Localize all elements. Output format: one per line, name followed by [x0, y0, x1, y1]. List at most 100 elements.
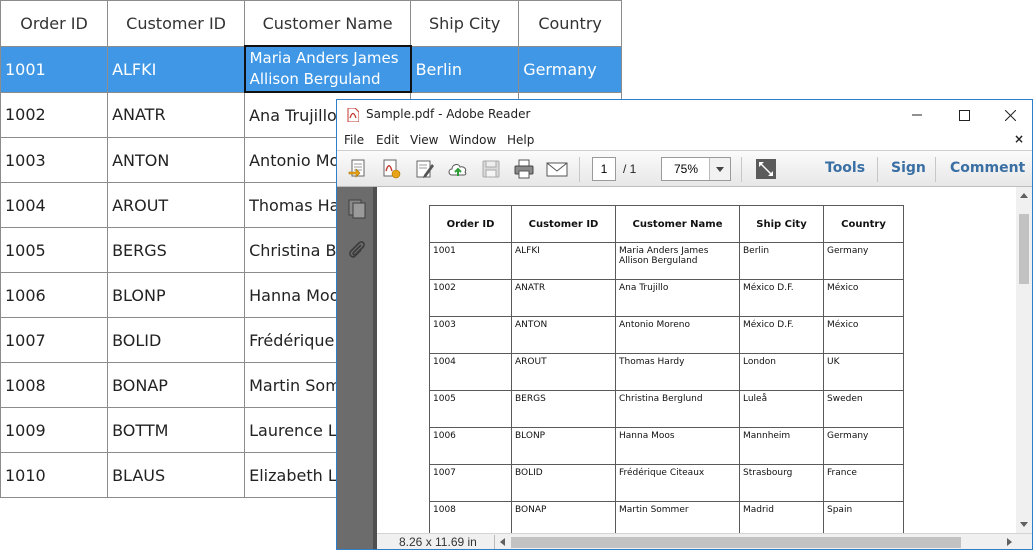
grid-cell[interactable]: 1001 [0, 45, 109, 93]
grid-cell[interactable]: 1010 [0, 452, 109, 498]
grid-cell-editing[interactable]: Maria Anders James Allison Berguland [243, 45, 412, 93]
pdf-cell: Spain [823, 501, 904, 533]
pdf-cell: 1006 [429, 427, 512, 465]
tools-button[interactable]: Tools [825, 160, 865, 176]
save-icon[interactable] [480, 158, 502, 180]
pdf-cell: UK [823, 353, 904, 391]
pdf-cell: 1001 [429, 242, 512, 280]
pdf-cell: Martin Sommer [615, 501, 740, 533]
pdf-file-icon [347, 108, 359, 122]
scroll-left-icon[interactable] [500, 538, 505, 546]
pdf-cell: Ana Trujillo [615, 279, 740, 317]
vertical-scrollbar[interactable] [1016, 187, 1032, 533]
grid-cell[interactable]: ANTON [107, 137, 246, 183]
close-button[interactable] [987, 100, 1032, 130]
close-document-button[interactable]: × [1014, 132, 1024, 146]
pdf-cell: France [823, 464, 904, 502]
grid-cell[interactable]: 1004 [0, 182, 109, 228]
grid-cell[interactable]: BERGS [107, 227, 246, 273]
pdf-cell: Hanna Moos [615, 427, 740, 465]
pdf-cell: London [739, 353, 824, 391]
edit-pdf-icon[interactable] [414, 158, 436, 180]
pdf-cell: 1005 [429, 390, 512, 428]
grid-cell[interactable]: ALFKI [107, 45, 246, 93]
grid-cell[interactable]: 1007 [0, 317, 109, 363]
chevron-down-icon[interactable] [709, 158, 730, 180]
grid-cell[interactable]: 1003 [0, 137, 109, 183]
grid-cell[interactable]: AROUT [107, 182, 246, 228]
maximize-button[interactable] [941, 100, 987, 130]
document-view[interactable]: Order ID Customer ID Customer Name Ship … [377, 187, 1017, 533]
navigation-pane [337, 187, 377, 549]
status-bar: 8.26 x 11.69 in [377, 533, 1032, 549]
adobe-reader-window: Sample.pdf - Adobe Reader File Edit View… [336, 99, 1033, 550]
grid-header-cell[interactable]: Ship City [410, 0, 520, 47]
page-number-input[interactable]: 1 [592, 157, 616, 181]
grid-header-cell[interactable]: Country [518, 0, 622, 47]
scroll-up-icon[interactable] [1020, 193, 1028, 198]
grid-header-row: Order ID Customer ID Customer Name Ship … [0, 0, 622, 47]
maximize-icon [958, 109, 970, 121]
grid-header-cell[interactable]: Customer ID [107, 0, 246, 47]
pdf-cell: Mannheim [739, 427, 824, 465]
grid-cell[interactable]: Germany [518, 45, 622, 93]
menu-edit[interactable]: Edit [376, 133, 399, 147]
attachments-icon[interactable] [346, 239, 368, 261]
zoom-select[interactable]: 75% [661, 157, 731, 181]
grid-cell[interactable]: BONAP [107, 362, 246, 408]
grid-cell[interactable]: BOTTM [107, 407, 246, 453]
grid-header-cell[interactable]: Customer Name [244, 0, 412, 47]
print-icon[interactable] [513, 158, 535, 180]
grid-cell[interactable]: 1006 [0, 272, 109, 318]
grid-cell[interactable]: 1005 [0, 227, 109, 273]
create-pdf-icon[interactable] [380, 158, 402, 180]
pdf-row: 1004 AROUT Thomas Hardy London UK [429, 353, 904, 391]
page-thumbnails-icon[interactable] [346, 197, 368, 219]
grid-cell[interactable]: 1002 [0, 91, 109, 138]
scroll-right-icon[interactable] [1007, 538, 1012, 546]
toolbar-separator [877, 157, 878, 182]
pdf-cell: 1002 [429, 279, 512, 317]
grid-cell[interactable]: BLAUS [107, 452, 246, 498]
open-file-icon[interactable] [347, 158, 369, 180]
grid-cell[interactable]: 1008 [0, 362, 109, 408]
pdf-cell: AROUT [511, 353, 616, 391]
pdf-cell: ALFKI [511, 242, 616, 280]
pdf-cell: 1007 [429, 464, 512, 502]
pdf-cell: BERGS [511, 390, 616, 428]
pdf-header-cell: Ship City [739, 205, 824, 243]
pdf-cell: BLONP [511, 427, 616, 465]
sign-button[interactable]: Sign [891, 160, 926, 176]
pdf-cell: 1008 [429, 501, 512, 533]
menu-view[interactable]: View [410, 133, 438, 147]
menu-file[interactable]: File [344, 133, 364, 147]
table-row[interactable]: 1001 ALFKI Maria Anders James Allison Be… [0, 45, 622, 93]
minimize-button[interactable] [894, 100, 940, 130]
pdf-header-cell: Order ID [429, 205, 512, 243]
grid-header-cell[interactable]: Order ID [0, 0, 109, 47]
cloud-upload-icon[interactable] [447, 158, 469, 180]
pdf-cell: Strasbourg [739, 464, 824, 502]
grid-cell[interactable]: ANATR [107, 91, 246, 138]
comment-button[interactable]: Comment [950, 160, 1025, 176]
pdf-cell: Christina Berglund [615, 390, 740, 428]
pdf-cell: Sweden [823, 390, 904, 428]
pdf-cell: Frédérique Citeaux [615, 464, 740, 502]
window-title: Sample.pdf - Adobe Reader [366, 107, 531, 121]
menu-help[interactable]: Help [507, 133, 534, 147]
scroll-thumb[interactable] [1019, 214, 1029, 284]
grid-cell[interactable]: Berlin [410, 45, 520, 93]
zoom-value: 75% [674, 162, 699, 176]
email-icon[interactable] [546, 158, 568, 180]
title-bar[interactable]: Sample.pdf - Adobe Reader [337, 100, 1032, 130]
pdf-cell: México D.F. [739, 279, 824, 317]
pdf-cell: ANTON [511, 316, 616, 354]
horizontal-scroll-thumb[interactable] [511, 537, 961, 548]
grid-cell[interactable]: BOLID [107, 317, 246, 363]
grid-cell[interactable]: BLONP [107, 272, 246, 318]
scroll-down-icon[interactable] [1020, 522, 1028, 527]
menu-window[interactable]: Window [449, 133, 496, 147]
grid-cell[interactable]: 1009 [0, 407, 109, 453]
pdf-header-cell: Country [823, 205, 904, 243]
fit-page-icon[interactable] [755, 158, 777, 180]
